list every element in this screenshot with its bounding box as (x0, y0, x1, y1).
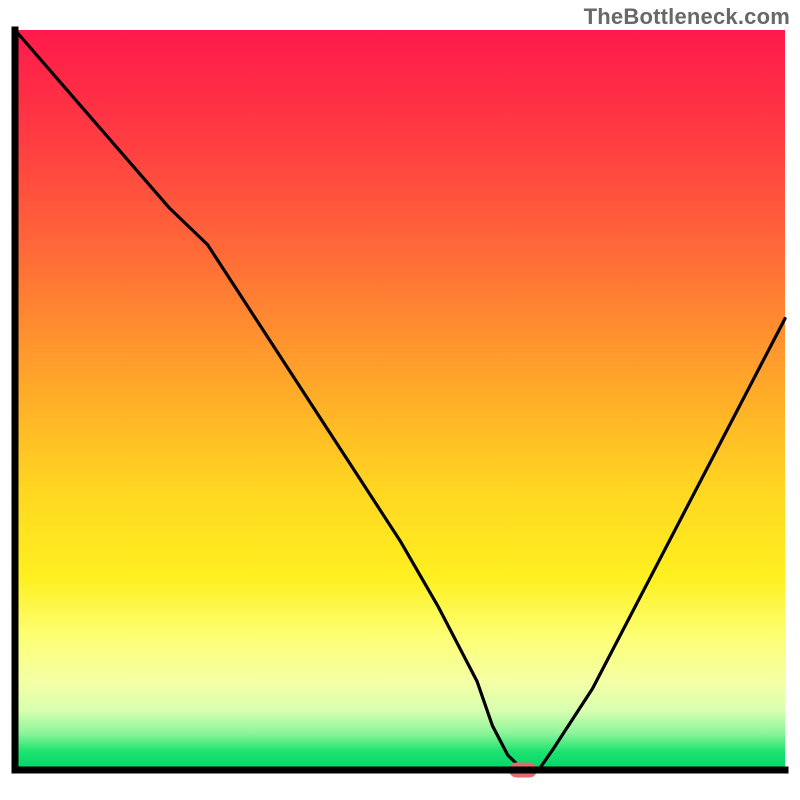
minimum-marker (509, 763, 537, 778)
gradient-background (15, 30, 785, 770)
watermark-text: TheBottleneck.com (584, 4, 790, 30)
